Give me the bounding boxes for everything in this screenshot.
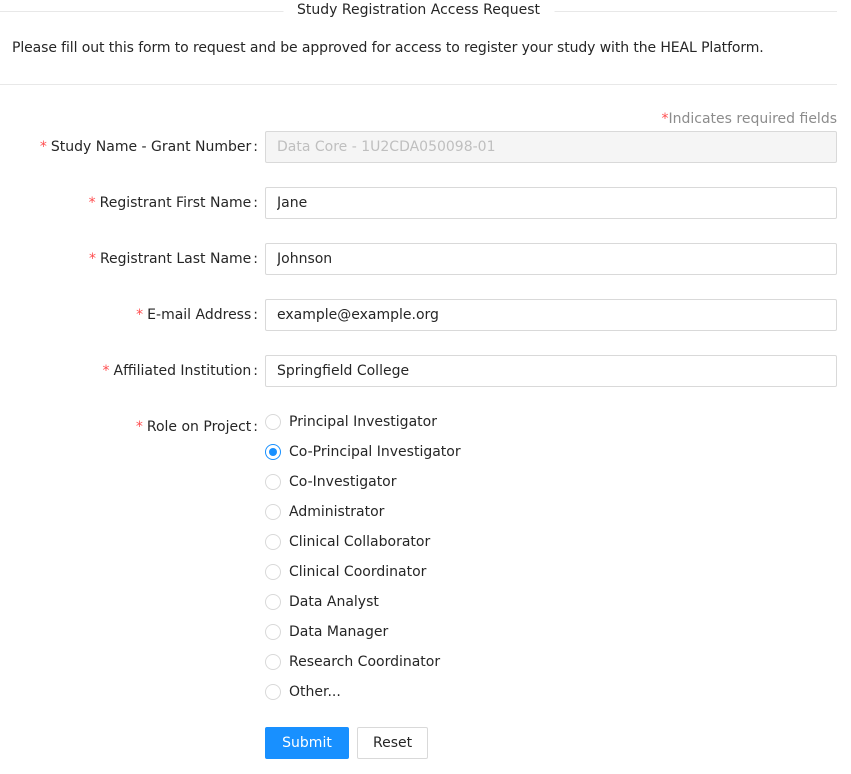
submit-button[interactable]: Submit: [265, 727, 349, 759]
radio-button[interactable]: [265, 684, 281, 700]
study-name-label: * Study Name - Grant Number:: [40, 131, 258, 163]
role-option-data-analyst[interactable]: Data Analyst: [265, 587, 461, 617]
role-radio-group: Principal Investigator Co-Principal Inve…: [265, 407, 461, 707]
section-divider: [0, 84, 837, 85]
role-option-label: Co-Principal Investigator: [289, 444, 461, 460]
last-name-label-text: Registrant Last Name: [99, 251, 252, 267]
study-name-label-text: Study Name - Grant Number: [50, 139, 252, 155]
label-colon: :: [253, 363, 258, 379]
page-title: Study Registration Access Request: [283, 2, 554, 18]
last-name-row: * Registrant Last Name:: [0, 243, 837, 275]
label-colon: :: [253, 307, 258, 323]
radio-button[interactable]: [265, 474, 281, 490]
form-header: Study Registration Access Request: [0, 0, 837, 24]
institution-input[interactable]: [265, 355, 837, 387]
label-colon: :: [253, 139, 258, 155]
required-star: *: [136, 307, 144, 323]
radio-button[interactable]: [265, 444, 281, 460]
first-name-row: * Registrant First Name:: [0, 187, 837, 219]
role-option-label: Data Analyst: [289, 594, 379, 610]
required-fields-note: *Indicates required fields: [661, 111, 837, 127]
radio-button[interactable]: [265, 564, 281, 580]
role-option-label: Principal Investigator: [289, 414, 437, 430]
role-option-clinical-collaborator[interactable]: Clinical Collaborator: [265, 527, 461, 557]
role-option-label: Clinical Coordinator: [289, 564, 427, 580]
role-option-principal-investigator[interactable]: Principal Investigator: [265, 407, 461, 437]
label-colon: :: [253, 195, 258, 211]
institution-label-text: Affiliated Institution: [113, 363, 252, 379]
role-option-label: Administrator: [289, 504, 385, 520]
role-option-research-coordinator[interactable]: Research Coordinator: [265, 647, 461, 677]
radio-button[interactable]: [265, 534, 281, 550]
role-label: * Role on Project:: [136, 411, 258, 443]
email-row: * E-mail Address:: [0, 299, 837, 331]
institution-row: * Affiliated Institution:: [0, 355, 837, 387]
role-option-data-manager[interactable]: Data Manager: [265, 617, 461, 647]
intro-text: Please fill out this form to request and…: [12, 40, 764, 56]
role-option-label: Other...: [289, 684, 341, 700]
required-star: *: [102, 363, 110, 379]
required-star: *: [88, 195, 96, 211]
required-note-text: Indicates required fields: [668, 111, 837, 127]
institution-label: * Affiliated Institution:: [103, 355, 258, 387]
role-option-label: Co-Investigator: [289, 474, 397, 490]
role-option-label: Data Manager: [289, 624, 389, 640]
radio-button[interactable]: [265, 414, 281, 430]
required-star: *: [39, 139, 47, 155]
role-option-co-principal-investigator[interactable]: Co-Principal Investigator: [265, 437, 461, 467]
radio-button[interactable]: [265, 624, 281, 640]
required-star: *: [88, 251, 96, 267]
role-option-label: Research Coordinator: [289, 654, 441, 670]
role-label-text: Role on Project: [146, 419, 252, 435]
reset-button[interactable]: Reset: [357, 727, 428, 759]
role-option-clinical-coordinator[interactable]: Clinical Coordinator: [265, 557, 461, 587]
last-name-label: * Registrant Last Name:: [89, 243, 258, 275]
radio-button[interactable]: [265, 654, 281, 670]
required-star: *: [135, 419, 143, 435]
role-option-administrator[interactable]: Administrator: [265, 497, 461, 527]
email-label-text: E-mail Address: [147, 307, 252, 323]
study-name-input[interactable]: [265, 131, 837, 163]
form-actions: Submit Reset: [265, 727, 428, 759]
role-option-co-investigator[interactable]: Co-Investigator: [265, 467, 461, 497]
first-name-label: * Registrant First Name:: [89, 187, 258, 219]
first-name-label-text: Registrant First Name: [99, 195, 252, 211]
email-input[interactable]: [265, 299, 837, 331]
role-option-label: Clinical Collaborator: [289, 534, 431, 550]
first-name-input[interactable]: [265, 187, 837, 219]
email-label: * E-mail Address:: [136, 299, 258, 331]
last-name-input[interactable]: [265, 243, 837, 275]
study-name-row: * Study Name - Grant Number:: [0, 131, 837, 163]
radio-button[interactable]: [265, 594, 281, 610]
role-option-other[interactable]: Other...: [265, 677, 461, 707]
label-colon: :: [253, 419, 258, 435]
radio-button[interactable]: [265, 504, 281, 520]
label-colon: :: [253, 251, 258, 267]
